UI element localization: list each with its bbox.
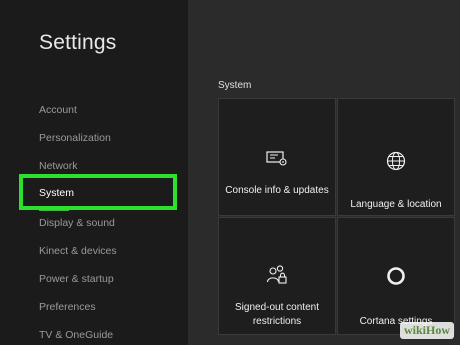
tile-signed-out-restrictions[interactable]: Signed-out content restrictions	[218, 217, 336, 335]
sidebar-item-kinect-devices[interactable]: Kinect & devices	[39, 245, 117, 257]
tile-label: Signed-out content restrictions	[235, 302, 319, 327]
sidebar-item-personalization[interactable]: Personalization	[39, 132, 111, 144]
globe-icon	[386, 151, 406, 176]
highlight-annotation	[19, 174, 177, 210]
users-lock-icon	[266, 264, 288, 291]
console-info-icon	[266, 151, 288, 172]
tile-console-info[interactable]: Console info & updates	[218, 98, 336, 216]
tile-label: Console info & updates	[225, 185, 329, 196]
sidebar: Settings Account Personalization Network…	[0, 0, 188, 345]
sidebar-item-tv-oneguide[interactable]: TV & OneGuide	[39, 329, 113, 341]
sidebar-item-network[interactable]: Network	[39, 160, 78, 172]
section-title: System	[218, 80, 252, 91]
tile-label: Language & location	[350, 199, 442, 210]
sidebar-item-preferences[interactable]: Preferences	[39, 301, 96, 313]
sidebar-item-display-sound[interactable]: Display & sound	[39, 217, 115, 229]
wikihow-watermark: wikiHow	[399, 322, 454, 339]
settings-tiles: Console info & updates Language & locati…	[218, 98, 458, 345]
page-title: Settings	[39, 31, 117, 54]
tile-cortana-settings[interactable]: Cortana settings	[337, 217, 455, 335]
sidebar-item-power-startup[interactable]: Power & startup	[39, 273, 114, 285]
cortana-ring-icon	[386, 266, 406, 291]
tile-language-location[interactable]: Language & location	[337, 98, 455, 216]
sidebar-item-account[interactable]: Account	[39, 104, 77, 116]
